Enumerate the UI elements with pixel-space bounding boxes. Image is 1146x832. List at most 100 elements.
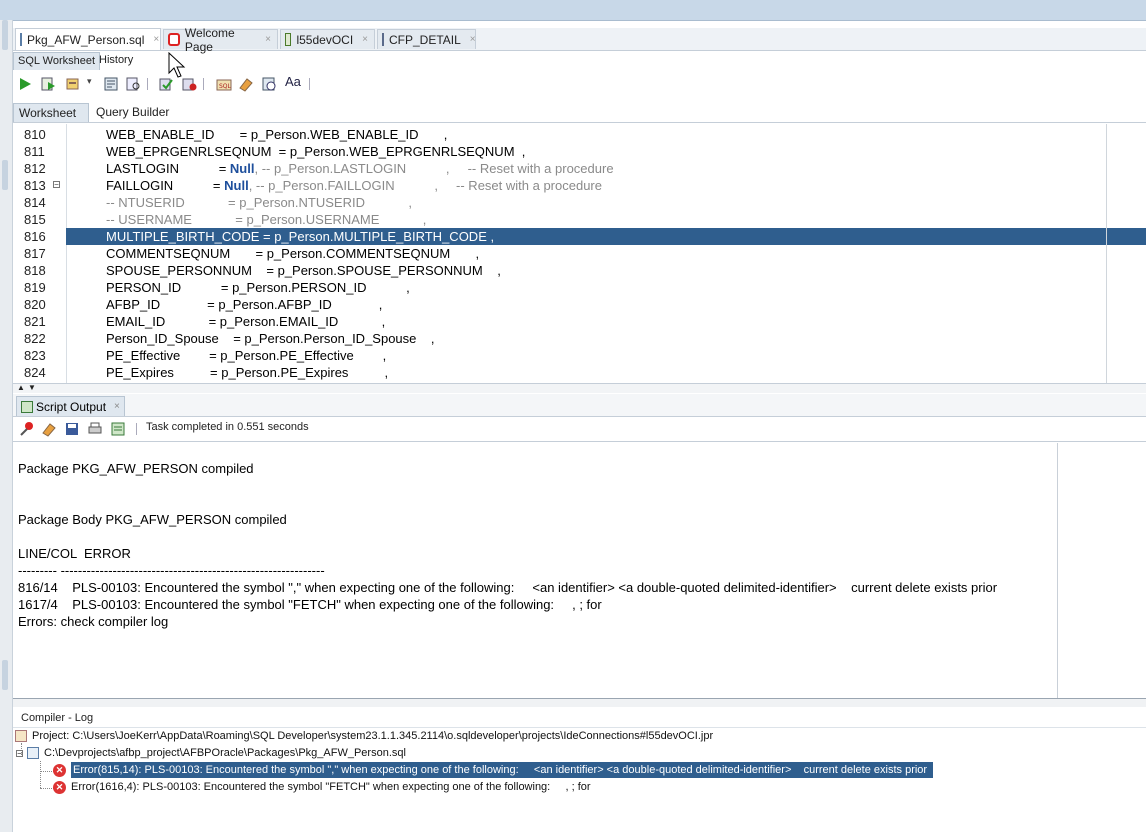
- code-line[interactable]: 812 LASTLOGIN = Null, -- p_Person.LASTLOG…: [13, 160, 1146, 177]
- toolbar-separator: [309, 78, 310, 90]
- compiler-log-tree[interactable]: Project: C:\Users\JoeKerr\AppData\Roamin…: [13, 729, 1146, 832]
- tree-connector: [40, 771, 54, 772]
- open-output-icon[interactable]: [110, 421, 126, 437]
- code-text: WEB_EPRGENRLSEQNUM = p_Person.WEB_EPRGEN…: [106, 144, 526, 159]
- connection-icon: [285, 33, 292, 46]
- tab-query-builder[interactable]: Query Builder: [91, 103, 174, 122]
- collapse-down-icon[interactable]: ▼: [28, 384, 36, 392]
- tab-welcome-page[interactable]: Welcome Page ×: [163, 26, 278, 54]
- editor-mode-tabs: Worksheet Query Builder: [13, 102, 1146, 123]
- code-text: -- USERNAME = p_Person.USERNAME ,: [106, 212, 427, 227]
- code-line[interactable]: 810 WEB_ENABLE_ID = p_Person.WEB_ENABLE_I…: [13, 126, 1146, 143]
- tab-label: CFP_DETAIL: [389, 32, 461, 47]
- code-line[interactable]: 824 PE_Expires = p_Person.PE_Expires ,: [13, 364, 1146, 381]
- explain-plan-icon[interactable]: [103, 76, 119, 92]
- script-output-tabbar: Script Output ×: [13, 394, 1146, 417]
- close-icon[interactable]: ×: [362, 34, 368, 45]
- sql-file-icon: [20, 33, 22, 46]
- code-text: EMAIL_ID = p_Person.EMAIL_ID ,: [106, 314, 386, 329]
- sql-tuning-icon[interactable]: [125, 76, 141, 92]
- close-icon[interactable]: ×: [153, 34, 159, 45]
- code-line[interactable]: 818 SPOUSE_PERSONNUM = p_Person.SPOUSE_PE…: [13, 262, 1146, 279]
- log-error-row[interactable]: ✕ Error(1616,4): PLS-00103: Encountered …: [53, 779, 591, 795]
- toolbar-separator: [136, 423, 137, 435]
- table-icon: [382, 33, 384, 46]
- close-icon[interactable]: ×: [265, 34, 271, 45]
- code-line[interactable]: 815 -- USERNAME = p_Person.USERNAME ,: [13, 211, 1146, 228]
- line-number: 824: [24, 365, 46, 380]
- code-line[interactable]: 817 COMMENTSEQNUM = p_Person.COMMENTSEQNU…: [13, 245, 1146, 262]
- error-icon: ✕: [53, 780, 66, 794]
- code-editor[interactable]: 810 WEB_ENABLE_ID = p_Person.WEB_ENABLE_I…: [13, 124, 1146, 383]
- code-line[interactable]: 820 AFBP_ID = p_Person.AFBP_ID ,: [13, 296, 1146, 313]
- tab-history[interactable]: History: [95, 52, 137, 69]
- autotrace-icon[interactable]: [65, 76, 81, 92]
- code-token: LASTLOGIN =: [106, 161, 230, 176]
- tab-sql-worksheet[interactable]: SQL Worksheet: [13, 52, 101, 70]
- code-text: AFBP_ID = p_Person.AFBP_ID ,: [106, 297, 383, 312]
- log-project-node[interactable]: Project: C:\Users\JoeKerr\AppData\Roamin…: [15, 728, 713, 744]
- dock-handle[interactable]: [2, 160, 8, 190]
- tab-label: Welcome Page: [184, 25, 235, 54]
- panel-splitter[interactable]: ▲ ▼: [13, 383, 1146, 393]
- code-text: LASTLOGIN = Null, -- p_Person.LASTLOGIN …: [106, 160, 614, 177]
- code-text: WEB_ENABLE_ID = p_Person.WEB_ENABLE_ID ,: [106, 127, 448, 142]
- line-number: 812: [24, 161, 46, 176]
- line-number: 814: [24, 195, 46, 210]
- output-margin-line: [1057, 443, 1058, 698]
- clear-eraser-icon[interactable]: [238, 76, 254, 92]
- tab-worksheet[interactable]: Worksheet: [13, 103, 89, 122]
- tab-l55devoci[interactable]: l55devOCI ×: [280, 29, 375, 49]
- close-icon[interactable]: ×: [470, 34, 476, 45]
- print-icon[interactable]: [87, 421, 103, 437]
- sql-file-icon: [27, 747, 39, 759]
- unshared-sql-icon[interactable]: SQL: [216, 76, 232, 92]
- error-message: Error(815,14): PLS-00103: Encountered th…: [71, 762, 934, 778]
- code-line[interactable]: 821 EMAIL_ID = p_Person.EMAIL_ID ,: [13, 313, 1146, 330]
- history-icon[interactable]: [261, 76, 277, 92]
- run-statement-icon[interactable]: [17, 76, 33, 92]
- code-token: FAILLOGIN =: [106, 178, 225, 193]
- clear-eraser-icon[interactable]: [41, 421, 57, 437]
- code-text: FAILLOGIN = Null, -- p_Person.FAILLOGIN …: [106, 177, 602, 194]
- log-file-node[interactable]: − C:\Devprojects\afbp_project\AFBPOracle…: [16, 745, 406, 761]
- task-status-text: Task completed in 0.551 seconds: [146, 421, 309, 433]
- error-message: Error(1616,4): PLS-00103: Encountered th…: [71, 781, 591, 793]
- script-output-pane[interactable]: Package PKG_AFW_PERSON compiled Package B…: [13, 443, 1146, 699]
- tree-connector: [40, 788, 54, 789]
- output-line: Package Body PKG_AFW_PERSON compiled: [18, 512, 287, 527]
- keyword-token: Null: [229, 161, 255, 176]
- close-icon[interactable]: ×: [114, 401, 120, 412]
- line-number: 816: [24, 229, 46, 244]
- tab-label: Pkg_AFW_Person.sql: [27, 32, 145, 47]
- script-output-icon: [21, 400, 33, 413]
- code-line[interactable]: 823 PE_Effective = p_Person.PE_Effective …: [13, 347, 1146, 364]
- line-highlight: [1107, 228, 1146, 245]
- fold-icon[interactable]: −: [53, 181, 60, 189]
- window-title-bar: [0, 0, 1146, 21]
- log-error-row[interactable]: ✕ Error(815,14): PLS-00103: Encountered …: [53, 762, 934, 778]
- line-number: 815: [24, 212, 46, 227]
- tab-script-output[interactable]: Script Output ×: [16, 396, 125, 416]
- to-upper-lower-icon[interactable]: Aa: [285, 74, 301, 89]
- code-line[interactable]: 813− FAILLOGIN = Null, -- p_Person.FAILLO…: [13, 177, 1146, 194]
- mouse-cursor-icon: [168, 52, 186, 78]
- tab-pkg-afw-person[interactable]: Pkg_AFW_Person.sql ×: [15, 28, 161, 50]
- code-line[interactable]: 822 Person_ID_Spouse = p_Person.Person_ID…: [13, 330, 1146, 347]
- chevron-down-icon[interactable]: ▾: [87, 76, 92, 87]
- code-line[interactable]: 811 WEB_EPRGENRLSEQNUM = p_Person.WEB_EPR…: [13, 143, 1146, 160]
- run-script-icon[interactable]: [40, 76, 56, 92]
- expand-up-icon[interactable]: ▲: [17, 384, 25, 392]
- collapse-icon[interactable]: −: [16, 749, 23, 757]
- panel-divider[interactable]: [13, 699, 1146, 707]
- save-icon[interactable]: [64, 421, 80, 437]
- code-line[interactable]: 814 -- NTUSERID = p_Person.NTUSERID ,: [13, 194, 1146, 211]
- code-line[interactable]: 819 PERSON_ID = p_Person.PERSON_ID ,: [13, 279, 1146, 296]
- file-path: C:\Devprojects\afbp_project\AFBPOracle\P…: [44, 747, 406, 759]
- pin-icon[interactable]: [19, 421, 35, 437]
- tab-cfp-detail[interactable]: CFP_DETAIL ×: [377, 29, 476, 49]
- dock-handle[interactable]: [2, 20, 8, 50]
- dock-handle[interactable]: [2, 660, 8, 690]
- comment-token: , -- p_Person.FAILLOGIN , -- Reset with …: [248, 178, 602, 193]
- code-line-selected[interactable]: 816 MULTIPLE_BIRTH_CODE = p_Person.MULTIP…: [13, 228, 1146, 245]
